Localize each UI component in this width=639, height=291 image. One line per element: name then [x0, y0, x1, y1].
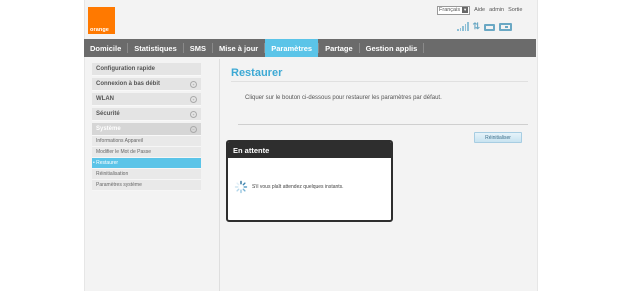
chevron-down-icon[interactable]: ▼ — [462, 7, 469, 13]
logo-text: orange — [90, 27, 109, 33]
sim-card-icon — [484, 24, 496, 31]
nav-parametres[interactable]: Paramètres — [265, 39, 319, 57]
username: admin — [489, 7, 505, 13]
dialog-title: En attente — [228, 142, 391, 158]
expand-icon[interactable]: + — [190, 80, 197, 88]
sidebar-subitem-mot-de-passe[interactable]: Modifier le Mot de Passe — [92, 147, 201, 158]
page-description: Cliquer sur le bouton ci-dessous pour re… — [245, 95, 442, 101]
nav-divider — [423, 43, 425, 53]
sidebar-item-label: WLAN — [96, 96, 114, 102]
title-underline — [231, 81, 528, 82]
sidebar-subitem-reinitialisation[interactable]: Réinitialisation — [92, 169, 201, 180]
loading-spinner-icon — [234, 180, 248, 194]
main-nav: Domicile Statistiques SMS Mise à jour Pa… — [84, 39, 536, 57]
sidebar-item-systeme[interactable]: Système − — [92, 123, 201, 136]
page-title: Restaurer — [231, 67, 283, 79]
sidebar-item-configuration-rapide[interactable]: Configuration rapide — [92, 63, 201, 76]
sidebar-subitem-parametres-systeme[interactable]: Paramètres système — [92, 180, 201, 191]
logout-link[interactable]: Sortie — [508, 7, 522, 13]
section-divider — [238, 124, 528, 125]
header-links: Français ▼ Aide admin Sortie — [437, 5, 522, 15]
nav-statistiques[interactable]: Statistiques — [128, 39, 183, 57]
nav-gestion-applis[interactable]: Gestion applis — [360, 39, 424, 57]
nav-partage[interactable]: Partage — [319, 39, 359, 57]
sidebar-item-securite[interactable]: Sécurité + — [92, 108, 201, 121]
waiting-dialog: En attente S'il vous plaît attendez quel… — [226, 140, 393, 222]
sidebar-subitem-restaurer[interactable]: • Restaurer — [92, 158, 201, 169]
reset-button[interactable]: Réinitialiser — [474, 132, 522, 143]
sidebar-item-label: Connexion à bas débit — [96, 81, 161, 87]
nav-sms[interactable]: SMS — [184, 39, 212, 57]
sidebar-item-label: Configuration rapide — [96, 66, 155, 72]
language-select[interactable]: Français ▼ — [437, 5, 471, 15]
sidebar-item-label: Sécurité — [96, 111, 120, 117]
expand-icon[interactable]: + — [190, 110, 197, 118]
orange-logo[interactable]: orange — [88, 7, 115, 34]
language-value: Français — [439, 6, 461, 13]
help-link[interactable]: Aide — [474, 7, 485, 13]
collapse-icon[interactable]: − — [190, 125, 197, 133]
dialog-message: S'il vous plaît attendez quelques instan… — [252, 184, 344, 190]
dialog-body: S'il vous plaît attendez quelques instan… — [234, 180, 344, 194]
status-icons: ⇅ — [457, 21, 513, 31]
battery-icon — [499, 23, 513, 31]
sidebar-item-wlan[interactable]: WLAN + — [92, 93, 201, 106]
sidebar-item-connexion[interactable]: Connexion à bas débit + — [92, 78, 201, 91]
sidebar: Configuration rapide Connexion à bas déb… — [92, 63, 201, 191]
sidebar-item-label: Système — [96, 126, 121, 132]
content-divider — [219, 59, 220, 291]
expand-icon[interactable]: + — [190, 95, 197, 103]
signal-strength-icon — [457, 22, 469, 31]
sidebar-subitem-informations[interactable]: Informations Appareil — [92, 136, 201, 147]
nav-mise-a-jour[interactable]: Mise à jour — [213, 39, 264, 57]
nav-domicile[interactable]: Domicile — [84, 39, 127, 57]
data-transfer-icon: ⇅ — [472, 21, 481, 31]
